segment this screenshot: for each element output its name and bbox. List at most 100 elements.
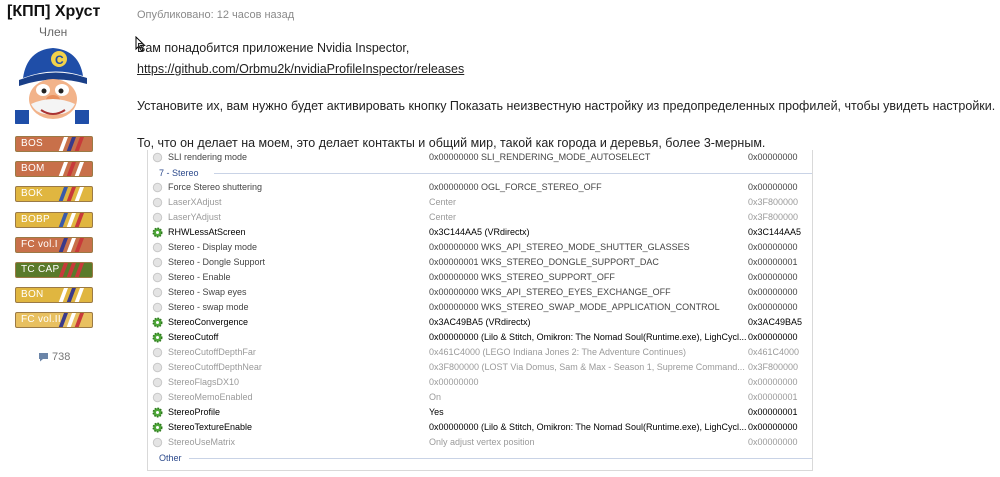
settings-row[interactable]: Stereo - swap mode 0x00000000 WKS_STEREO_… [148,300,812,315]
settings-group-header[interactable]: Other [148,451,812,465]
badge-label: TC CAP [21,263,60,275]
setting-value: 0x00000000 WKS_API_STEREO_EYES_EXCHANGE_… [429,287,671,297]
setting-hex: 0x00000000 [748,287,798,297]
setting-value: 0x00000000 WKS_API_STEREO_MODE_SHUTTER_G… [429,242,690,252]
ribbon-stripes-icon [58,262,84,277]
setting-dot-icon [152,347,163,358]
badge-label: BON [21,289,44,301]
settings-row[interactable]: Stereo - Dongle Support 0x00000001 WKS_ST… [148,255,812,270]
settings-row[interactable]: Stereo - Enable 0x00000000 WKS_STEREO_SUP… [148,270,812,285]
settings-row[interactable]: StereoConvergence 0x3AC49BA5 (VRdirectx) 0… [148,315,812,330]
badge[interactable]: BOBP [15,211,93,228]
gear-active-icon [152,407,163,418]
badge-label: BOBP [21,213,50,225]
setting-name: StereoCutoff [168,332,219,342]
setting-hex: 0x00000001 [748,392,798,402]
settings-group-header[interactable]: 7 - Stereo [148,166,812,180]
ribbon-stripes-icon [58,237,84,252]
settings-row[interactable]: LaserXAdjust Center 0x3F800000 [148,195,812,210]
setting-hex: 0x00000000 [748,422,798,432]
badge[interactable]: BOM [15,161,93,178]
setting-name: StereoCutoffDepthNear [168,362,262,372]
post-timestamp: Опубликовано: 12 часов назад [137,9,295,21]
settings-row[interactable]: Stereo - Swap eyes 0x00000000 WKS_API_STE… [148,285,812,300]
gear-active-icon [152,317,163,328]
setting-hex: 0x00000001 [748,407,798,417]
setting-value: 0x3C144AA5 (VRdirectx) [429,227,530,237]
setting-value: 0x461C4000 (LEGO Indiana Jones 2: The Ad… [429,347,687,357]
setting-value: 0x3AC49BA5 (VRdirectx) [429,317,531,327]
author-name[interactable]: [КПП] Хруст [7,3,100,21]
setting-hex: 0x00000000 [748,152,798,162]
badge[interactable]: FC vol.II [15,312,93,329]
settings-row[interactable]: StereoFlagsDX10 0x00000000 0x00000000 [148,375,812,390]
settings-group-divider [189,458,812,459]
settings-row[interactable]: StereoMemoEnabled On 0x00000001 [148,390,812,405]
badge[interactable]: FC vol.I [15,236,93,253]
avatar[interactable]: C [13,44,91,124]
settings-row[interactable]: StereoProfile Yes 0x00000001 [148,405,812,420]
badge[interactable]: BOS [15,136,93,152]
badge[interactable]: TC CAP [15,261,93,278]
setting-hex: 0x3F800000 [748,362,799,372]
setting-value: Center [429,197,457,207]
setting-value: 0x00000000 OGL_FORCE_STEREO_OFF [429,182,602,192]
setting-value: Only adjust vertex position [429,437,535,447]
settings-row[interactable]: Force Stereo shuttering 0x00000000 OGL_FO… [148,180,812,195]
setting-hex: 0x00000000 [748,242,798,252]
settings-group-label: 7 - Stereo [159,168,199,178]
setting-value: Yes [429,407,444,417]
settings-row[interactable]: SLI rendering mode 0x00000000 SLI_RENDERI… [148,150,812,165]
setting-name: Force Stereo shuttering [168,182,263,192]
ribbon-stripes-icon [58,137,84,151]
setting-name: StereoFlagsDX10 [168,377,240,387]
setting-dot-icon [152,272,163,283]
setting-dot-icon [152,242,163,253]
badge-label: FC vol.I [21,238,58,250]
ribbon-stripes-icon [58,288,84,303]
settings-row[interactable]: Stereo - Display mode 0x00000000 WKS_API_… [148,240,812,255]
setting-dot-icon [152,437,163,448]
setting-dot-icon [152,197,163,208]
ribbon-stripes-icon [58,162,84,177]
setting-name: StereoMemoEnabled [168,392,253,402]
settings-row[interactable]: LaserYAdjust Center 0x3F800000 [148,210,812,225]
badge-label: BOM [21,163,45,175]
post-line-2: Установите их, вам нужно будет активиров… [137,99,996,113]
settings-row[interactable]: RHWLessAtScreen 0x3C144AA5 (VRdirectx) 0x3… [148,225,812,240]
post-link-line: https://github.com/Orbmu2k/nvidiaProfile… [137,62,464,76]
setting-value: Center [429,212,457,222]
setting-dot-icon [152,152,163,163]
setting-value: 0x00000000 WKS_STEREO_SUPPORT_OFF [429,272,615,282]
inspector-link[interactable]: https://github.com/Orbmu2k/nvidiaProfile… [137,62,464,76]
post-count-value: 738 [52,351,71,363]
settings-row[interactable]: StereoCutoffDepthNear 0x3F800000 (LOST Vi… [148,360,812,375]
setting-value: 0x3F800000 (LOST Via Domus, Sam & Max - … [429,362,745,372]
setting-name: StereoUseMatrix [168,437,236,447]
setting-dot-icon [152,377,163,388]
post-line-1: Вам понадобится приложение Nvidia Inspec… [137,41,410,55]
ribbon-stripes-icon [58,187,84,202]
setting-dot-icon [152,257,163,268]
settings-row[interactable]: StereoTextureEnable 0x00000000 (Lilo & St… [148,420,812,435]
setting-name: LaserYAdjust [168,212,221,222]
ribbon-stripes-icon [58,212,84,227]
setting-name: StereoProfile [168,407,221,417]
setting-value: On [429,392,442,402]
setting-name: StereoCutoffDepthFar [168,347,256,357]
ribbon-stripes-icon [58,313,84,328]
setting-name: LaserXAdjust [168,197,222,207]
setting-name: StereoConvergence [168,317,249,327]
setting-name: Stereo - Swap eyes [168,287,247,297]
badge-label: BOK [21,188,44,200]
setting-hex: 0x3F800000 [748,212,799,222]
settings-row[interactable]: StereoUseMatrix Only adjust vertex positi… [148,435,812,450]
setting-value: 0x00000000 (Lilo & Stitch, Omikron: The … [429,332,747,342]
settings-row[interactable]: StereoCutoffDepthFar 0x461C4000 (LEGO Ind… [148,345,812,360]
badge[interactable]: BON [15,287,93,304]
badge[interactable]: BOK [15,186,93,203]
setting-hex: 0x00000000 [748,377,798,387]
inspector-screenshot: SLI rendering mode 0x00000000 SLI_RENDERI… [147,150,813,471]
settings-row[interactable]: StereoCutoff 0x00000000 (Lilo & Stitch, O… [148,330,812,345]
gear-active-icon [152,332,163,343]
